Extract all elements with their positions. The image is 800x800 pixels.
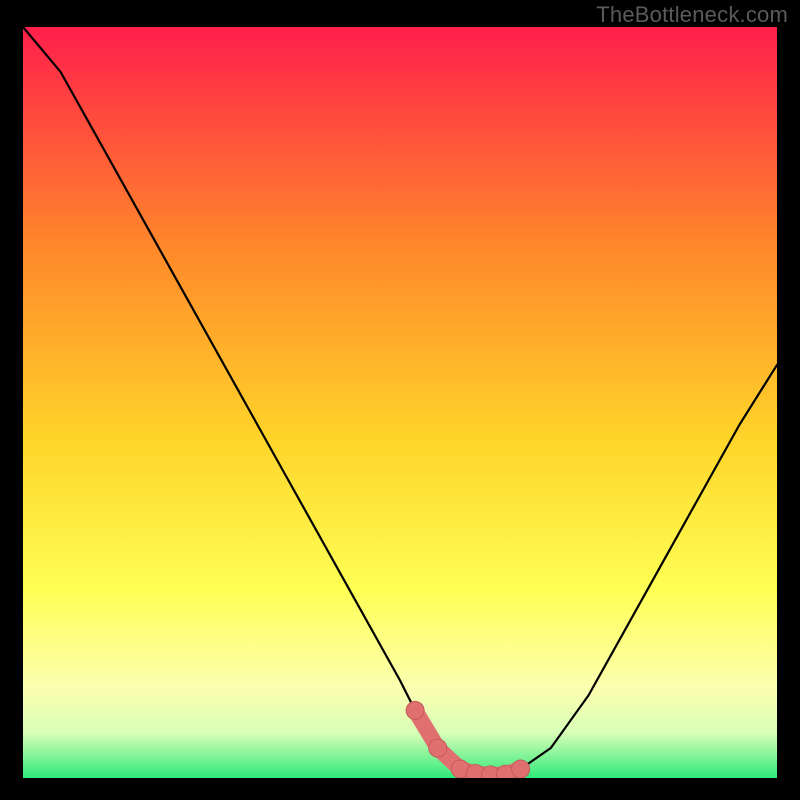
- optimal-range-marker: [406, 701, 424, 719]
- optimal-range-marker: [429, 739, 447, 757]
- chart-svg: [23, 27, 777, 778]
- chart-plot-area: [23, 27, 777, 778]
- chart-frame: TheBottleneck.com: [0, 0, 800, 800]
- optimal-range-marker: [512, 760, 530, 778]
- gradient-background: [23, 27, 777, 778]
- watermark-text: TheBottleneck.com: [596, 2, 788, 28]
